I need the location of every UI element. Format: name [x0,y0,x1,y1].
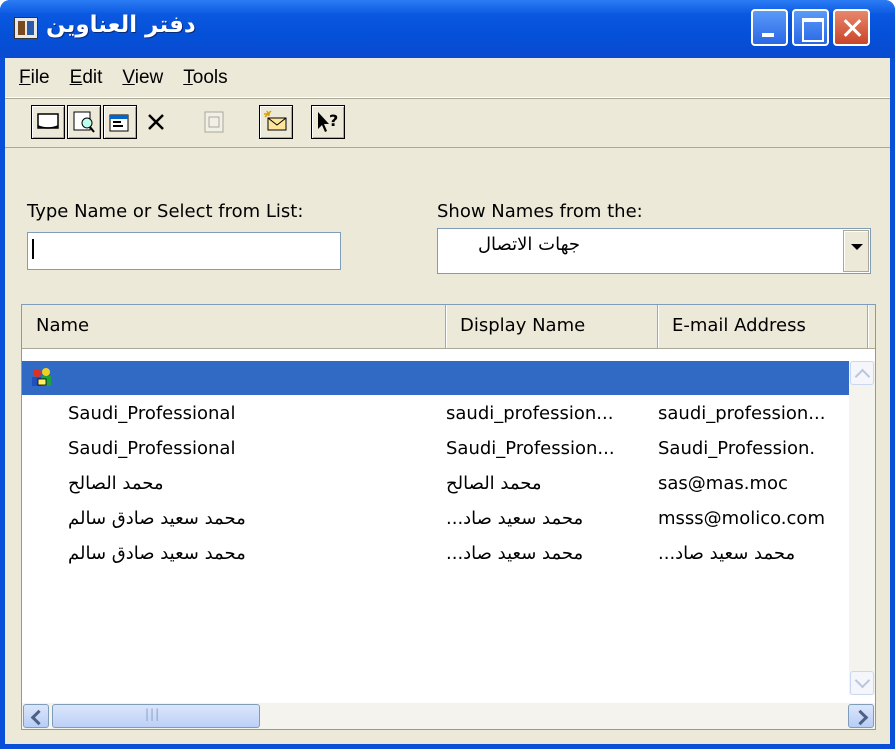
send-mail-icon[interactable] [259,105,293,139]
list-item[interactable]: Saudi_Professional Saudi_Profession... S… [22,432,850,468]
contact-name: محمد سعيد صادق سالم [68,508,246,529]
scroll-right-icon[interactable] [848,704,874,728]
address-book-window: دفتر العناوين File Edit View Tools ? Typ… [0,0,895,749]
toolbar: ? [5,98,890,148]
close-button[interactable] [833,9,870,46]
status-bar [5,736,890,744]
maximize-button[interactable] [792,9,829,46]
vertical-scrollbar[interactable] [849,361,875,695]
print-icon[interactable] [197,105,231,139]
column-header-display-name[interactable]: Display Name [446,305,658,348]
contact-display-name: محمد سعيد صاد... [446,543,584,564]
new-contact-icon[interactable] [31,105,65,139]
contact-email: Saudi_Profession. [658,438,816,459]
horizontal-scrollbar[interactable] [22,703,875,729]
distribution-list-icon [32,368,51,386]
title-bar[interactable]: دفتر العناوين [0,0,895,58]
svg-text:?: ? [329,111,338,130]
contact-name: محمد سعيد صادق سالم [68,543,246,564]
contact-name: Saudi_Professional [68,403,236,424]
type-name-input[interactable] [27,232,341,270]
show-names-select[interactable]: جهات الاتصال [437,228,871,274]
address-book-icon [14,17,38,39]
properties-icon[interactable] [103,105,137,139]
client-area: File Edit View Tools ? Type Name or Sele… [5,58,890,744]
show-names-value: جهات الاتصال [477,234,580,255]
list-item-group-selected[interactable] [22,361,850,395]
chevron-down-icon[interactable] [843,230,869,272]
properties-find-icon[interactable] [67,105,101,139]
contacts-list[interactable]: Name Display Name E-mail Address Saudi_P… [21,304,876,730]
list-item[interactable]: محمد سعيد صادق سالم محمد سعيد صاد... محم… [22,537,850,573]
window-title: دفتر العناوين [46,12,196,38]
contact-email: saudi_profession... [658,403,826,424]
contact-name: Saudi_Professional [68,438,236,459]
delete-icon[interactable] [139,105,173,139]
contact-display-name: saudi_profession... [446,403,614,424]
contact-email: محمد سعيد صاد... [658,543,796,564]
contact-display-name: محمد سعيد صاد... [446,508,584,529]
list-item[interactable]: محمد سعيد صادق سالم محمد سعيد صاد... mss… [22,502,850,538]
column-header-name[interactable]: Name [22,305,446,348]
contact-display-name: Saudi_Profession... [446,438,615,459]
text-caret [32,239,34,259]
column-header-email[interactable]: E-mail Address [658,305,868,348]
help-icon[interactable]: ? [311,105,345,139]
type-name-label: Type Name or Select from List: [27,201,304,222]
scroll-down-icon[interactable] [850,671,874,695]
list-item[interactable]: محمد الصالح محمد الصالح sas@mas.moc [22,467,850,503]
menu-edit[interactable]: Edit [60,67,113,89]
scroll-left-icon[interactable] [23,704,49,728]
contact-email: msss@molico.com [658,508,825,529]
column-header-more[interactable] [868,305,875,348]
menu-view[interactable]: View [112,67,173,89]
menu-bar: File Edit View Tools [5,58,890,98]
scroll-up-icon[interactable] [850,361,874,385]
minimize-button[interactable] [751,9,788,46]
menu-tools[interactable]: Tools [173,67,237,89]
contact-email: sas@mas.moc [658,473,788,494]
list-header: Name Display Name E-mail Address [22,305,875,349]
contact-name: محمد الصالح [68,473,164,494]
contact-display-name: محمد الصالح [446,473,542,494]
list-item[interactable]: Saudi_Professional saudi_profession... s… [22,397,850,433]
show-names-label: Show Names from the: [437,201,643,222]
scrollbar-thumb[interactable] [52,704,260,728]
menu-file[interactable]: File [9,67,60,89]
